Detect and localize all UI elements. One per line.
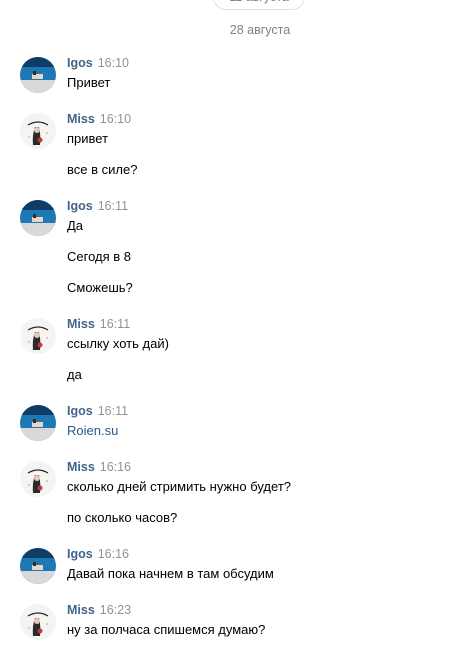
message-time: 16:23	[99, 603, 132, 617]
message-author[interactable]: Igos	[67, 404, 93, 418]
message-author[interactable]: Igos	[67, 199, 93, 213]
avatar-miss[interactable]	[20, 113, 56, 149]
message-link[interactable]: Roien.su	[67, 423, 118, 438]
message-text: Да	[67, 218, 84, 233]
message-author[interactable]: Miss	[67, 603, 95, 617]
message-time: 16:16	[97, 547, 129, 561]
message-time: 16:11	[97, 404, 129, 418]
avatar-igos[interactable]	[20, 405, 56, 441]
message-time: 16:16	[99, 460, 132, 474]
message-text: Привет	[67, 75, 111, 90]
avatar-igos[interactable]	[20, 200, 56, 236]
message-text: сколько дней стримить нужно будет?	[67, 479, 292, 494]
avatar-miss[interactable]	[20, 604, 56, 640]
message-author[interactable]: Miss	[67, 317, 95, 331]
message-author[interactable]: Igos	[67, 547, 93, 561]
message-text: все в силе?	[67, 162, 138, 177]
date-separator: 28 августа	[229, 23, 291, 37]
date-pill-top[interactable]: 11 августа	[213, 0, 305, 10]
message-time: 16:10	[99, 112, 132, 126]
message-author[interactable]: Miss	[67, 112, 95, 126]
message-text: привет	[67, 131, 109, 146]
message-text: Давай пока начнем в там обсудим	[67, 566, 274, 581]
avatar-igos[interactable]	[20, 57, 56, 93]
message-time: 16:11	[97, 199, 129, 213]
message-text: ссылку хоть дай)	[67, 336, 169, 351]
avatar-igos[interactable]	[20, 548, 56, 584]
avatar-miss[interactable]	[20, 318, 56, 354]
message-text: Сможешь?	[67, 280, 133, 295]
message-text: ну за полчаса спишемся думаю?	[67, 622, 266, 637]
message-text: да	[67, 367, 82, 382]
message-text: Сегодя в 8	[67, 249, 132, 264]
message-time: 16:11	[99, 317, 131, 331]
message-time: 16:10	[97, 56, 129, 70]
message-author[interactable]: Miss	[67, 460, 95, 474]
message-author[interactable]: Igos	[67, 56, 93, 70]
avatar-miss[interactable]	[20, 461, 56, 497]
message-text: по сколько часов?	[67, 510, 178, 525]
